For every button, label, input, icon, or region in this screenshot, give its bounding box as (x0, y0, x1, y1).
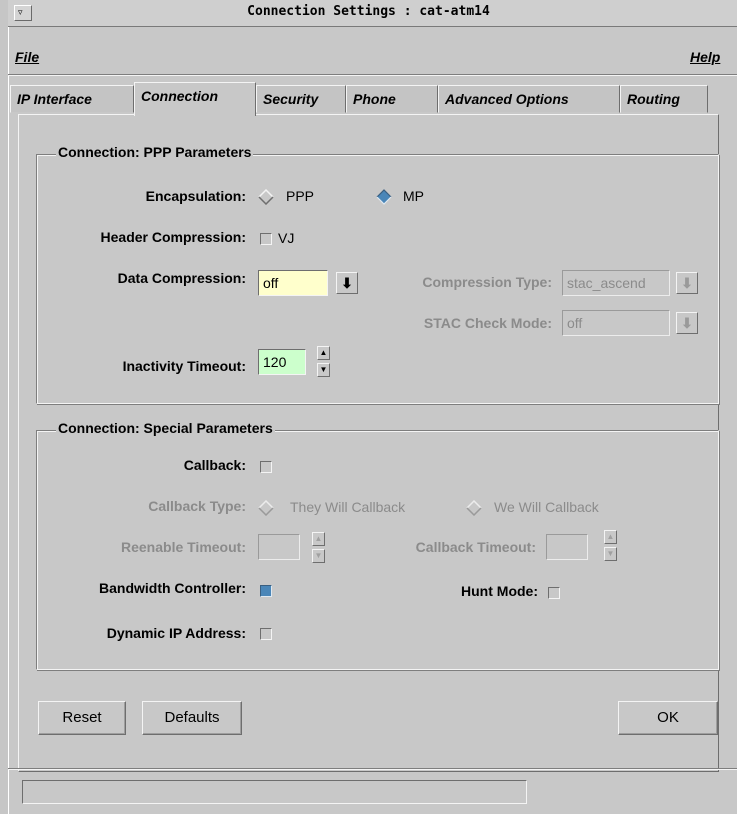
tab-ip-interface-label: IP Interface (17, 91, 92, 107)
stac-check-mode-select[interactable]: off (562, 310, 670, 336)
menu-file-label: File (15, 49, 40, 65)
vj-label: VJ (278, 230, 295, 246)
tab-connection-label: Connection (141, 88, 218, 104)
encapsulation-label: Encapsulation: (145, 188, 246, 204)
radio-mp[interactable] (376, 189, 392, 205)
spinner-down-icon[interactable]: ▼ (604, 547, 617, 561)
ppp-parameters-legend: Connection: PPP Parameters (56, 144, 254, 160)
callback-checkbox[interactable] (260, 461, 272, 473)
vj-checkbox[interactable] (260, 233, 272, 245)
reenable-timeout-input[interactable]: 0 (258, 534, 300, 560)
callback-timeout-label: Callback Timeout: (415, 539, 536, 555)
tab-security[interactable]: Security (256, 85, 346, 113)
dynamic-ip-address-checkbox[interactable] (260, 628, 272, 640)
stac-check-mode-dropdown-icon[interactable]: ⬇ (676, 312, 698, 334)
hunt-mode-checkbox[interactable] (548, 587, 560, 599)
compression-type-dropdown-icon[interactable]: ⬇ (676, 272, 698, 294)
tab-routing-label: Routing (627, 91, 680, 107)
radio-mp-label: MP (403, 188, 424, 204)
callback-type-label: Callback Type: (148, 498, 246, 514)
callback-timeout-spinner[interactable]: ▲ ▼ (604, 530, 617, 562)
window-title: Connection Settings : cat-atm14 (247, 4, 490, 19)
menubar-divider (8, 74, 737, 76)
callback-label: Callback: (183, 457, 246, 473)
data-compression-label: Data Compression: (117, 270, 246, 286)
tab-routing[interactable]: Routing (620, 85, 708, 113)
spinner-up-icon[interactable]: ▲ (604, 530, 617, 544)
inactivity-timeout-spinner[interactable]: ▲ ▼ (317, 346, 330, 378)
status-divider (8, 768, 737, 770)
tab-ip-interface[interactable]: IP Interface (10, 85, 134, 113)
menu-help-label: Help (690, 49, 721, 65)
spinner-up-icon[interactable]: ▲ (317, 346, 330, 360)
radio-we-will-callback[interactable] (466, 500, 482, 516)
inactivity-timeout-label: Inactivity Timeout: (122, 358, 246, 374)
stac-check-mode-label: STAC Check Mode: (423, 315, 552, 331)
inactivity-timeout-input[interactable]: 120 (258, 349, 306, 375)
defaults-button[interactable]: Defaults (142, 701, 242, 735)
tab-connection[interactable]: Connection (134, 82, 256, 116)
radio-we-will-callback-label: We Will Callback (494, 499, 599, 515)
dynamic-ip-address-label: Dynamic IP Address: (106, 625, 246, 641)
radio-ppp[interactable] (258, 189, 274, 205)
spinner-up-icon[interactable]: ▲ (312, 532, 325, 546)
compression-type-label: Compression Type: (422, 274, 552, 290)
tab-security-label: Security (263, 91, 319, 107)
reenable-timeout-label: Reenable Timeout: (121, 539, 246, 555)
callback-timeout-input[interactable]: 0 (546, 534, 588, 560)
tab-advanced-options[interactable]: Advanced Options (438, 85, 620, 113)
ok-button[interactable]: OK (618, 701, 718, 735)
compression-type-select[interactable]: stac_ascend (562, 270, 670, 296)
header-compression-label: Header Compression: (100, 229, 246, 245)
tab-phone[interactable]: Phone (346, 85, 438, 113)
spinner-down-icon[interactable]: ▼ (317, 363, 330, 377)
tab-advanced-options-label: Advanced Options (445, 91, 569, 107)
radio-they-will-callback-label: They Will Callback (290, 499, 406, 515)
tab-phone-label: Phone (353, 91, 396, 107)
radio-ppp-label: PPP (286, 188, 315, 204)
data-compression-select[interactable]: off (258, 270, 328, 296)
bandwidth-controller-label: Bandwidth Controller: (99, 580, 246, 596)
reenable-timeout-spinner[interactable]: ▲ ▼ (312, 532, 325, 564)
radio-they-will-callback[interactable] (258, 500, 274, 516)
spinner-down-icon[interactable]: ▼ (312, 549, 325, 563)
status-bar (22, 780, 527, 804)
bandwidth-controller-checkbox[interactable] (260, 585, 272, 597)
hunt-mode-label: Hunt Mode: (461, 583, 538, 599)
special-parameters-legend: Connection: Special Parameters (56, 420, 275, 436)
reset-button[interactable]: Reset (38, 701, 126, 735)
menu-file[interactable]: File (15, 49, 39, 65)
menu-help[interactable]: Help (690, 49, 720, 65)
